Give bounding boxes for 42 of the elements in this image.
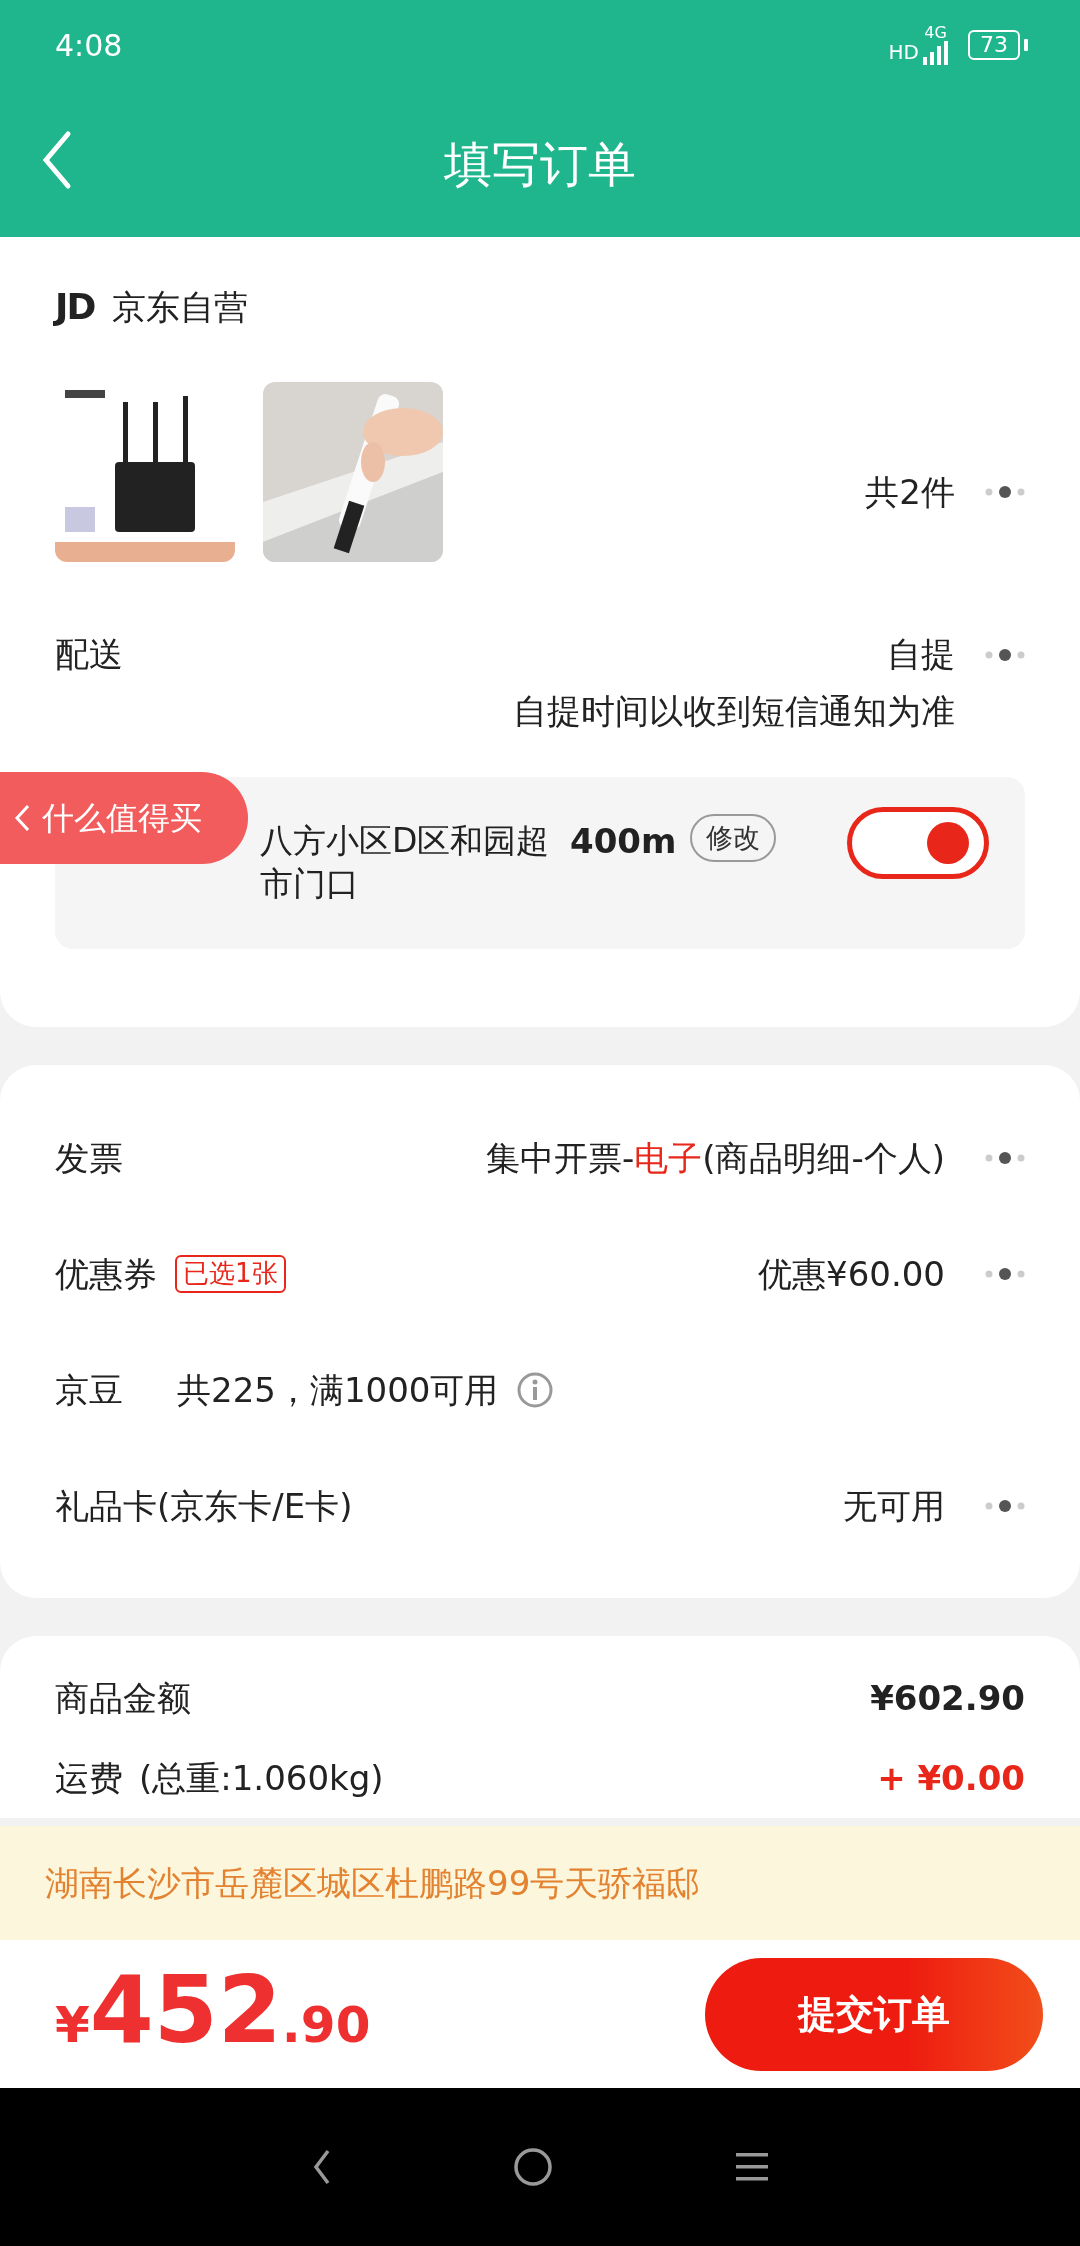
option-label: 京豆 <box>55 1368 123 1412</box>
store-logo: JD <box>55 285 95 329</box>
option-value: 优惠¥60.00 <box>758 1252 945 1296</box>
more-icon[interactable] <box>983 1266 1025 1282</box>
summary-value: ¥602.90 <box>870 1676 1025 1720</box>
option-label: 发票 <box>55 1136 123 1180</box>
delivery-label: 配送 <box>55 633 123 676</box>
more-icon[interactable] <box>983 484 1025 500</box>
pickup-distance: 400m <box>570 819 677 863</box>
info-icon[interactable] <box>516 1371 555 1409</box>
option-label: 礼品卡(京东卡/E卡) <box>55 1484 353 1528</box>
more-icon[interactable] <box>983 646 1025 663</box>
option-label: 优惠券 <box>55 1252 157 1296</box>
home-icon[interactable] <box>511 2145 555 2189</box>
battery-level: 73 <box>968 29 1020 61</box>
pickup-address: 八方小区D区和园超市门口 <box>260 820 550 905</box>
summary-note: (总重:1.060kg) <box>139 1756 384 1800</box>
battery-tip-icon <box>1024 39 1028 51</box>
summary-label: 商品金额 <box>55 1676 191 1720</box>
option-value: 无可用 <box>843 1484 945 1528</box>
more-icon[interactable] <box>983 1150 1025 1166</box>
total-price: ¥452.90 <box>55 1965 371 2063</box>
store-name: 京东自营 <box>112 285 249 329</box>
signal-icon <box>923 41 948 65</box>
option-note: 共225，满1000可用 <box>177 1368 499 1412</box>
summary-value: + ¥0.00 <box>877 1756 1025 1800</box>
edit-button[interactable]: 修改 <box>690 813 777 863</box>
network-label: HD <box>888 39 919 66</box>
summary-label: 运费 <box>55 1756 123 1800</box>
delivery-note: 自提时间以收到短信通知为准 <box>512 690 955 733</box>
page-title: 填写订单 <box>444 134 636 194</box>
item-count: 共2件 <box>865 470 955 514</box>
option-value: 集中开票-电子(商品明细-个人) <box>485 1136 945 1180</box>
submit-button[interactable]: 提交订单 <box>705 1957 1043 2071</box>
more-icon[interactable] <box>983 1498 1025 1514</box>
selected-tag: 已选1张 <box>175 1255 286 1293</box>
delivery-value: 自提 <box>887 633 955 676</box>
back-icon <box>14 804 32 832</box>
floating-shortcut[interactable]: 什么值得买 <box>0 772 248 864</box>
status-time: 4:08 <box>55 26 123 65</box>
signal-type-label: 4G <box>924 25 947 41</box>
address-banner: 湖南长沙市岳麓区城区杜鹏路99号天骄福邸 <box>0 1826 1080 1940</box>
